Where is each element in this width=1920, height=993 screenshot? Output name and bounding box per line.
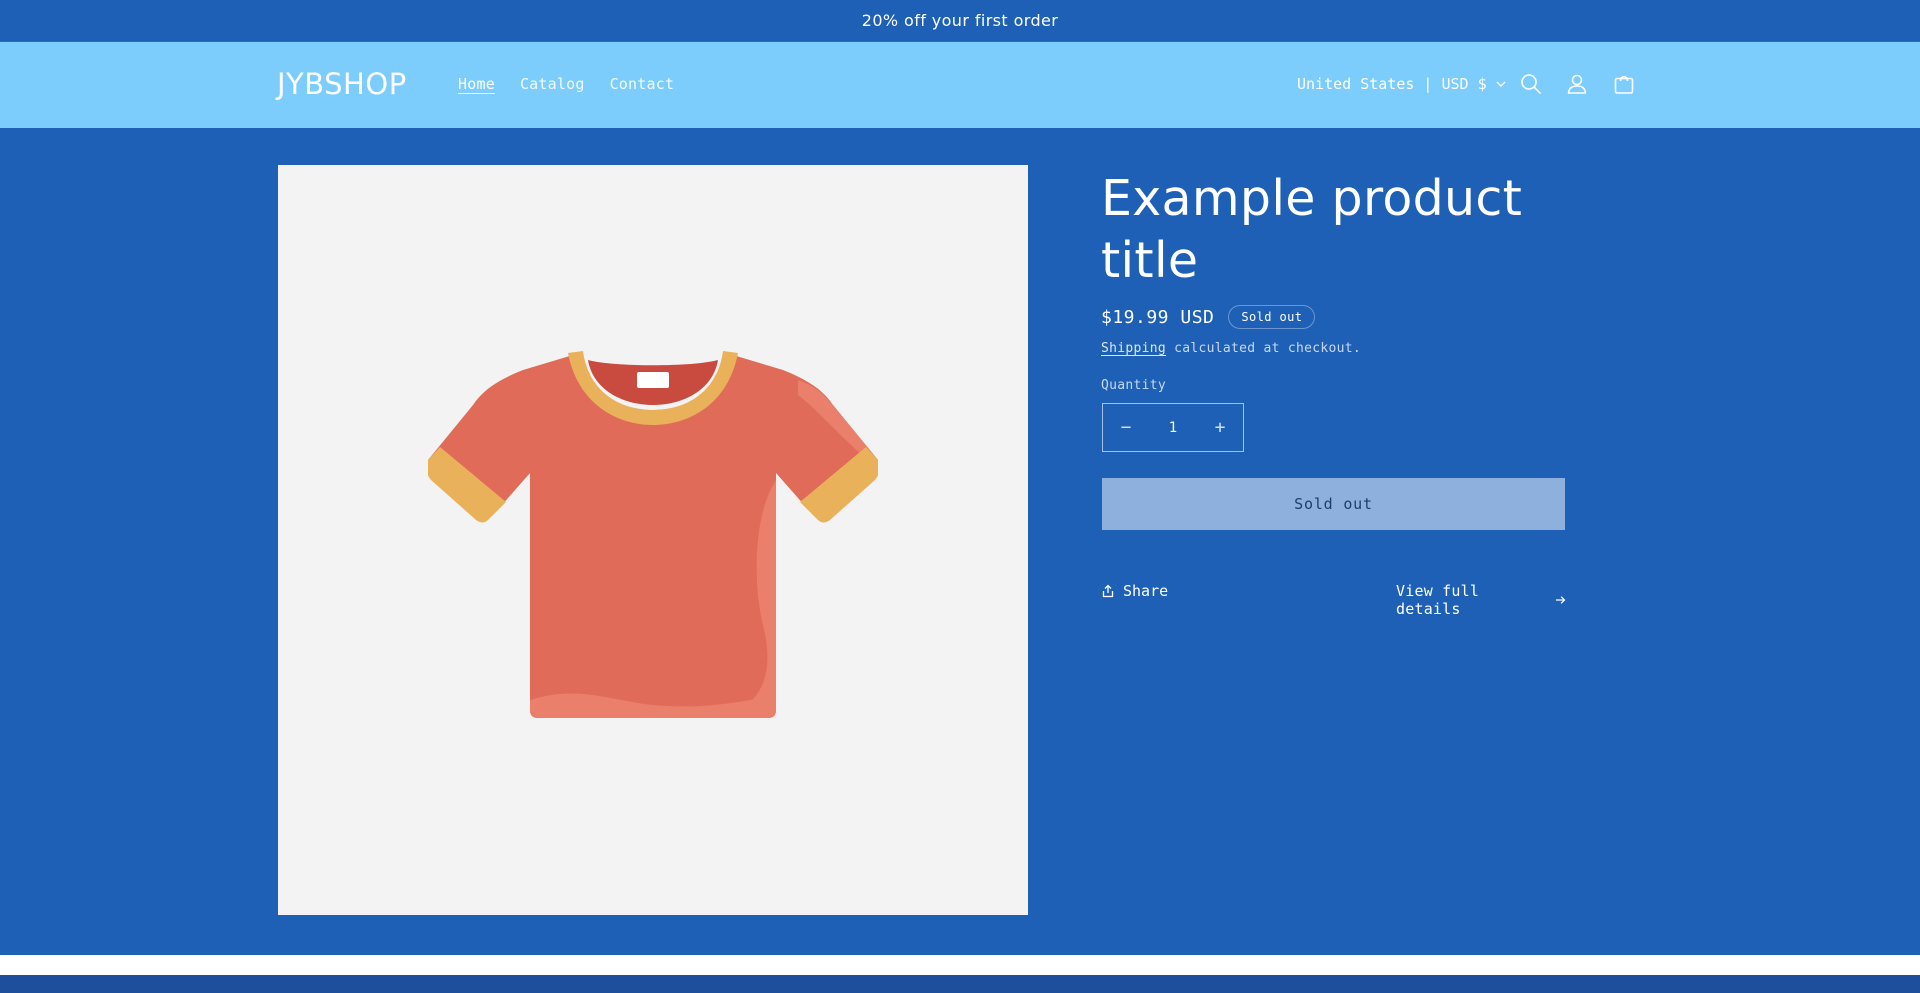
sold-out-button[interactable]: Sold out	[1102, 478, 1565, 530]
sold-out-badge: Sold out	[1228, 305, 1316, 329]
site-header: JYBSHOP Home Catalog Contact United Stat…	[0, 42, 1920, 128]
quantity-stepper: − +	[1102, 403, 1244, 452]
arrow-right-icon	[1555, 596, 1565, 604]
increase-quantity-button[interactable]: +	[1197, 404, 1243, 451]
view-full-details-link[interactable]: View full details	[1396, 582, 1566, 618]
nav-link-home[interactable]: Home	[458, 75, 495, 93]
decrease-quantity-button[interactable]: −	[1103, 404, 1149, 451]
shipping-note-text: calculated at checkout.	[1166, 341, 1362, 356]
main-nav: Home Catalog Contact	[458, 75, 674, 93]
store-logo[interactable]: JYBSHOP	[277, 67, 407, 101]
product-media[interactable]	[278, 165, 1028, 915]
share-button[interactable]: Share	[1101, 582, 1168, 600]
search-icon[interactable]	[1519, 72, 1543, 96]
announcement-text: 20% off your first order	[861, 11, 1059, 30]
footer-edge	[0, 975, 1920, 993]
price-row: $19.99 USD Sold out	[1101, 305, 1316, 329]
product-price: $19.99 USD	[1101, 306, 1215, 328]
chevron-down-icon	[1496, 81, 1506, 87]
shipping-note: Shipping calculated at checkout.	[1101, 341, 1361, 356]
shipping-link[interactable]: Shipping	[1101, 341, 1166, 356]
announcement-bar: 20% off your first order	[0, 0, 1920, 42]
product-info: Example product title $19.99 USD Sold ou…	[1101, 165, 1566, 618]
section-divider	[0, 955, 1920, 975]
cart-icon[interactable]	[1612, 72, 1636, 96]
share-label: Share	[1123, 582, 1169, 600]
quantity-input[interactable]	[1149, 412, 1197, 443]
country-currency-label: United States | USD $	[1297, 75, 1487, 93]
country-currency-selector[interactable]: United States | USD $	[1297, 75, 1507, 93]
t-shirt-icon	[428, 351, 878, 718]
nav-link-contact[interactable]: Contact	[610, 75, 675, 93]
account-icon[interactable]	[1565, 72, 1589, 96]
quantity-label: Quantity	[1101, 378, 1167, 393]
nav-link-catalog[interactable]: Catalog	[520, 75, 585, 93]
view-full-details-label: View full details	[1396, 582, 1480, 618]
share-icon	[1102, 584, 1114, 598]
product-title: Example product title	[1101, 170, 1523, 289]
